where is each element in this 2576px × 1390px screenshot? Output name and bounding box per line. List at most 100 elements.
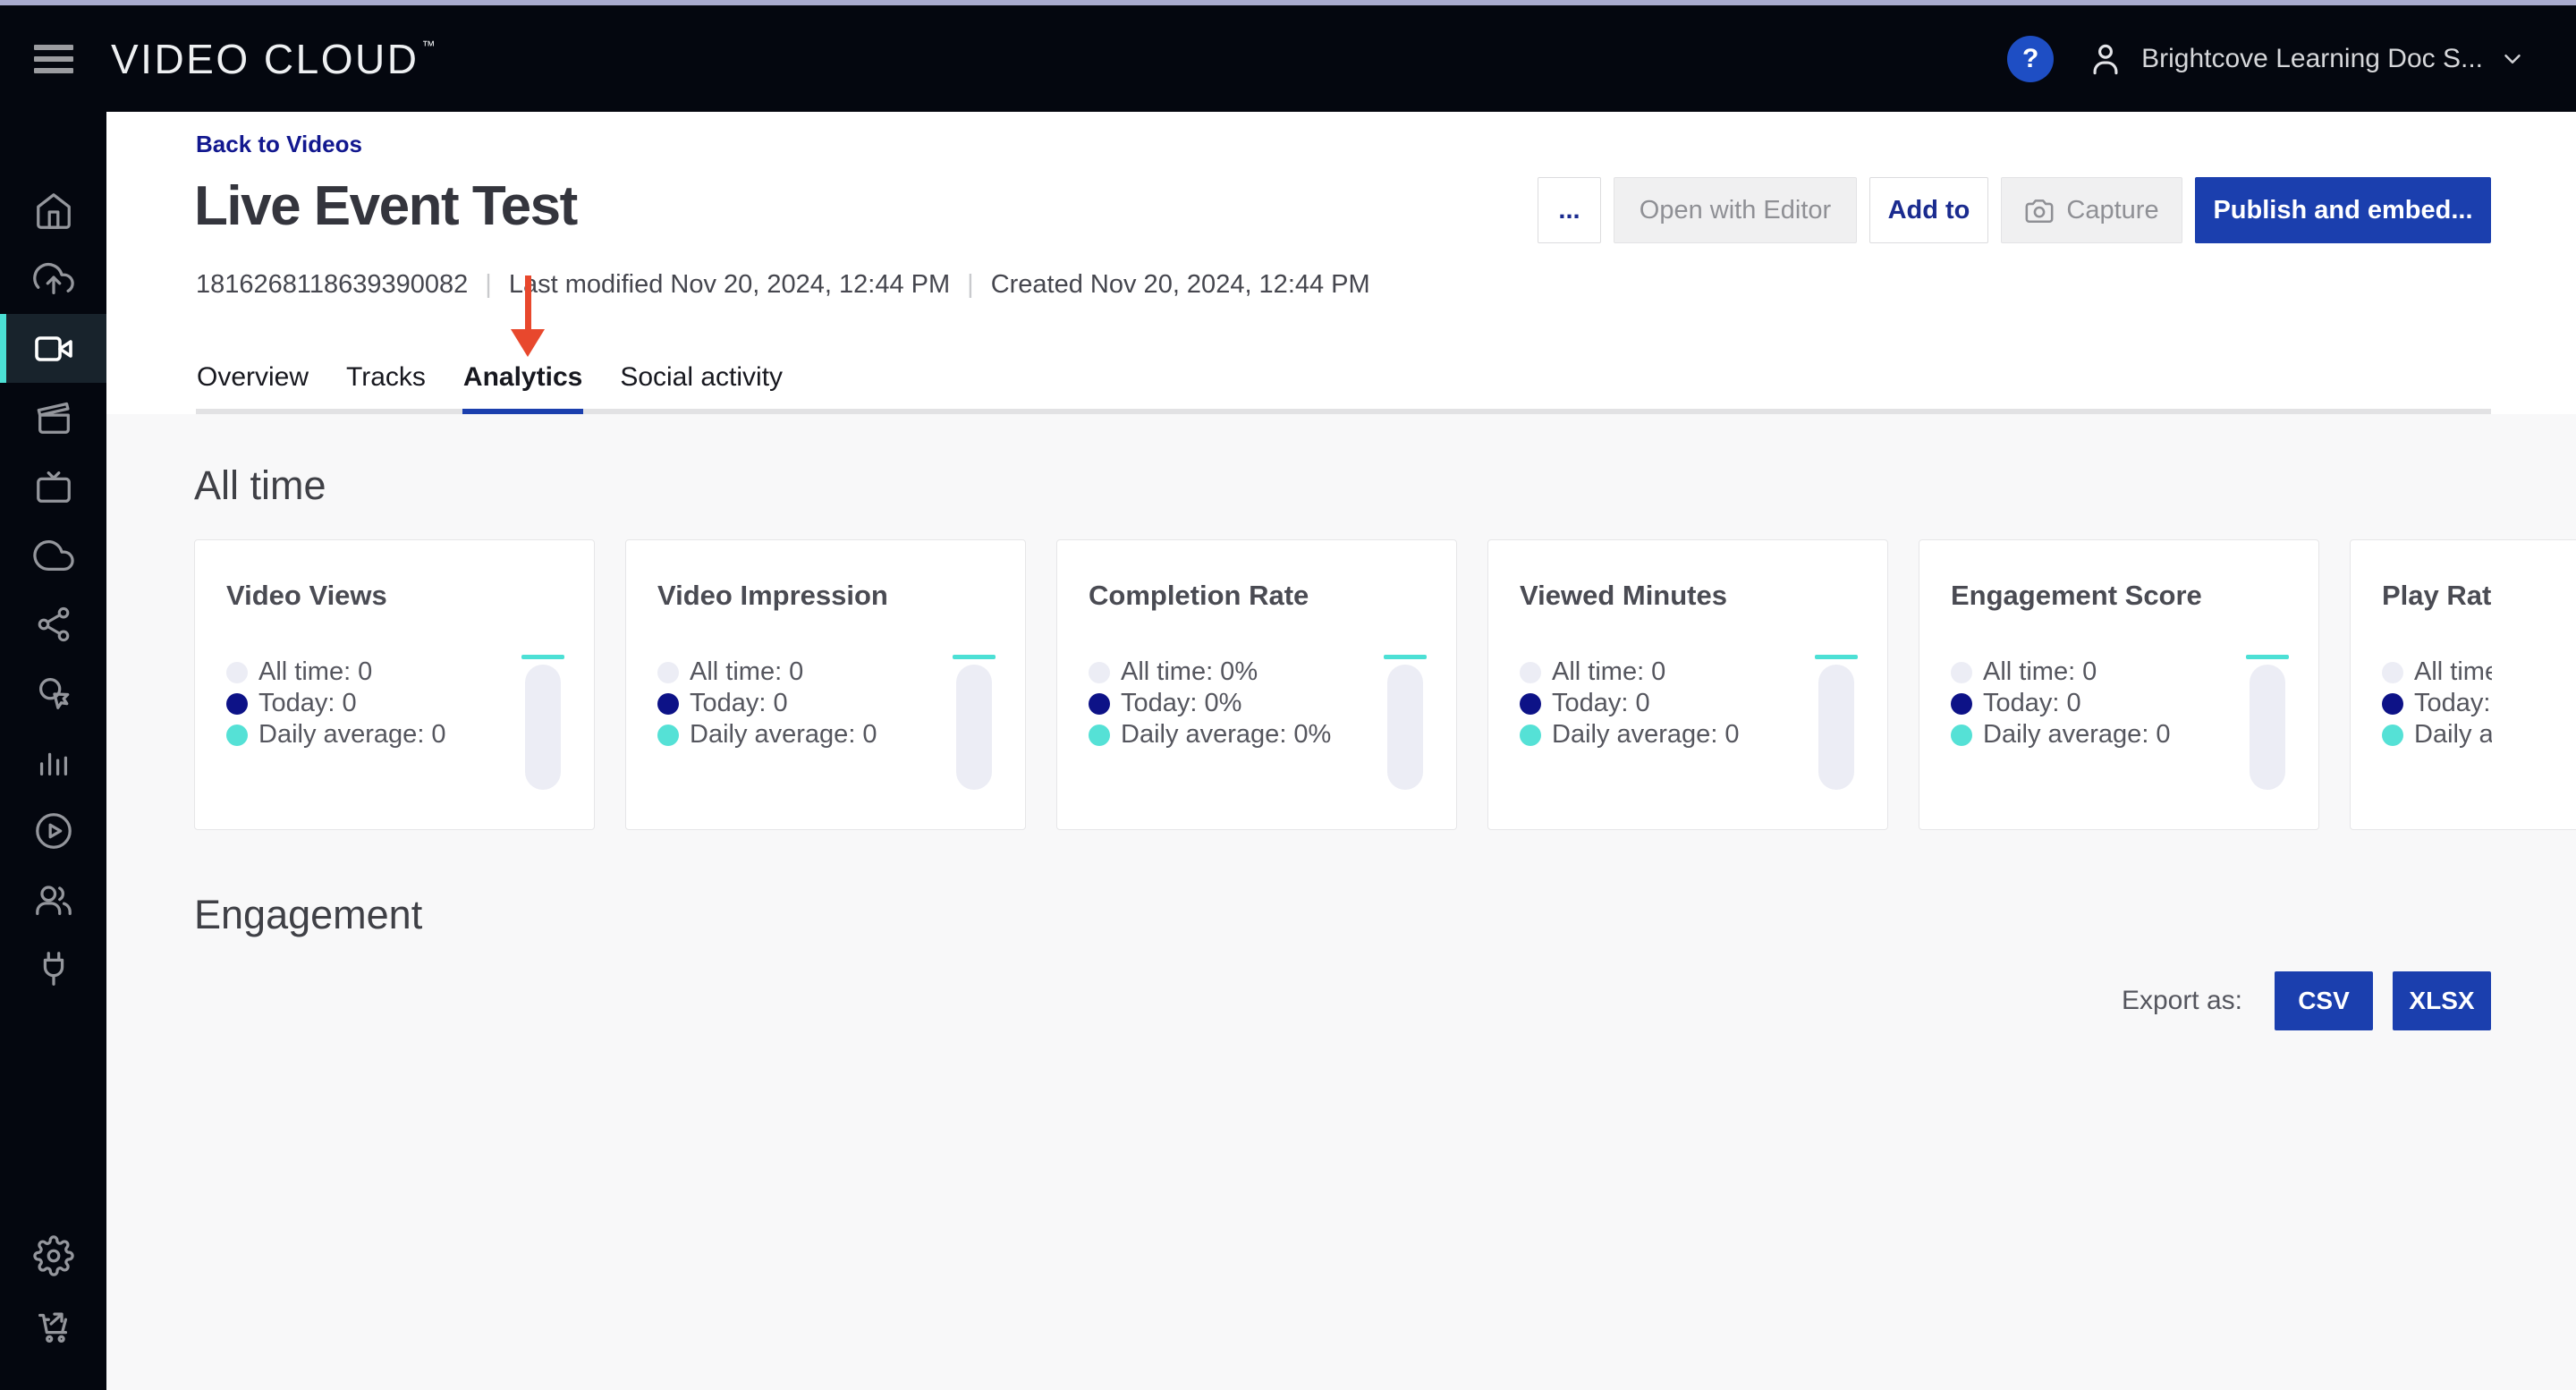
legend-label: Daily average: 0: [2414, 720, 2492, 750]
sidebar-item-players[interactable]: [0, 796, 106, 865]
metric-card-play-rate: Play Rate All time: 0 Today: 0 Daily ave…: [2350, 539, 2576, 830]
video-header: Back to Videos Live Event Test 181626811…: [106, 112, 2576, 414]
thermometer-bar: [2250, 665, 2285, 790]
all-time-dot: [1520, 662, 1541, 683]
sidebar-item-syndication[interactable]: [0, 589, 106, 658]
metric-card-title: Completion Rate: [1089, 580, 1309, 612]
legend-row: Daily average: 0: [226, 719, 446, 750]
camera-icon: [2024, 195, 2055, 225]
video-id: 1816268118639390082: [196, 270, 468, 300]
legend-row: Daily average: 0: [2382, 719, 2492, 750]
sidebar-bottom-group: [0, 1221, 106, 1359]
main-content: Back to Videos Live Event Test 181626811…: [106, 112, 2576, 1390]
legend-row: Today: 0: [657, 688, 877, 719]
daily-average-dot: [657, 725, 679, 746]
tab-overview[interactable]: Overview: [196, 362, 309, 414]
capture-button[interactable]: Capture: [2001, 177, 2182, 243]
daily-average-dot: [1520, 725, 1541, 746]
legend-row: All time: 0: [657, 657, 877, 688]
play-circle-icon: [33, 810, 74, 852]
sidebar-item-interactivity[interactable]: [0, 658, 106, 727]
metric-card-title: Video Views: [226, 580, 387, 612]
legend-label: Daily average: 0: [690, 720, 877, 750]
metric-card-engagement-score: Engagement Score All time: 0 Today: 0 Da…: [1919, 539, 2319, 830]
metric-card-title: Viewed Minutes: [1520, 580, 1727, 612]
metric-legend: All time: 0 Today: 0 Daily average: 0: [1520, 657, 1740, 750]
sidebar-item-marketplace[interactable]: [0, 1290, 106, 1359]
sidebar-nav: [0, 112, 106, 1390]
thermometer-chart: [2246, 655, 2289, 790]
meta-separator: |: [967, 270, 974, 300]
legend-row: All time: 0: [1951, 657, 2171, 688]
audience-icon: [33, 879, 74, 920]
legend-label: Daily average: 0%: [1121, 720, 1331, 750]
metric-legend: All time: 0% Today: 0% Daily average: 0%: [1089, 657, 1331, 750]
video-meta: 1816268118639390082 | Last modified Nov …: [196, 270, 1370, 300]
metric-cards-row: Video Views All time: 0 Today: 0 Daily a…: [194, 539, 2576, 830]
today-dot: [226, 693, 248, 715]
legend-label: Today: 0: [690, 689, 788, 718]
sidebar-item-cloud[interactable]: [0, 521, 106, 589]
logo-text: VIDEO CLOUD: [111, 35, 419, 83]
legend-label: Today: 0: [258, 689, 357, 718]
metric-card-viewed-minutes: Viewed Minutes All time: 0 Today: 0 Dail…: [1487, 539, 1888, 830]
legend-label: Today: 0: [1983, 689, 2081, 718]
home-icon: [33, 191, 74, 232]
legend-row: All time: 0: [226, 657, 446, 688]
thermometer-chart: [521, 655, 564, 790]
legend-row: All time: 0%: [1089, 657, 1331, 688]
more-actions-button[interactable]: ...: [1538, 177, 1601, 243]
thermometer-chart: [1815, 655, 1858, 790]
sidebar-item-audience[interactable]: [0, 865, 106, 934]
interactivity-icon: [33, 673, 74, 714]
legend-label: Daily average: 0: [258, 720, 446, 750]
export-xlsx-button[interactable]: XLSX: [2393, 971, 2491, 1030]
back-to-videos-link[interactable]: Back to Videos: [196, 131, 362, 158]
legend-label: All time: 0%: [1121, 657, 1258, 687]
legend-row: Daily average: 0: [1520, 719, 1740, 750]
legend-label: All time: 0: [690, 657, 803, 687]
thermometer-bar: [525, 665, 561, 790]
legend-label: Today: 0%: [1121, 689, 1241, 718]
metric-card-completion-rate: Completion Rate All time: 0% Today: 0% D…: [1056, 539, 1457, 830]
legend-row: All time: 0: [1520, 657, 1740, 688]
legend-label: Daily average: 0: [1552, 720, 1740, 750]
hamburger-menu-button[interactable]: [34, 45, 73, 73]
sidebar-item-integrations[interactable]: [0, 934, 106, 1003]
sidebar-item-analytics[interactable]: [0, 727, 106, 796]
account-menu[interactable]: Brightcove Learning Doc S...: [2086, 39, 2526, 79]
sidebar-item-upload[interactable]: [0, 245, 106, 314]
sidebar-item-home[interactable]: [0, 176, 106, 245]
today-dot: [2382, 693, 2403, 715]
legend-label: Today: 0: [2414, 689, 2492, 718]
tab-analytics[interactable]: Analytics: [462, 362, 583, 414]
daily-average-dot: [1089, 725, 1110, 746]
app-header: VIDEO CLOUD ™ ? Brightcove Learning Doc …: [0, 5, 2576, 112]
today-dot: [1951, 693, 1972, 715]
sidebar-item-media[interactable]: [0, 383, 106, 452]
plug-icon: [33, 948, 74, 989]
all-time-dot: [1089, 662, 1110, 683]
sidebar-item-live[interactable]: [0, 452, 106, 521]
tab-social-activity[interactable]: Social activity: [619, 362, 784, 414]
upload-icon: [33, 259, 74, 301]
legend-row: Daily average: 0%: [1089, 719, 1331, 750]
export-csv-button[interactable]: CSV: [2275, 971, 2373, 1030]
last-modified: Last modified Nov 20, 2024, 12:44 PM: [509, 270, 950, 300]
header-right: ? Brightcove Learning Doc S...: [2007, 36, 2526, 82]
publish-and-embed-button[interactable]: Publish and embed...: [2195, 177, 2491, 243]
tabs-bar: Overview Tracks Analytics Social activit…: [196, 357, 2491, 414]
legend-row: Today: 0: [226, 688, 446, 719]
add-to-button[interactable]: Add to: [1869, 177, 1988, 243]
metric-card-title: Play Rate: [2382, 580, 2492, 612]
page-title: Live Event Test: [194, 174, 577, 239]
sidebar-item-videos[interactable]: [0, 314, 106, 383]
legend-row: Today: 0: [2382, 688, 2492, 719]
help-button[interactable]: ?: [2007, 36, 2054, 82]
sidebar-item-settings[interactable]: [0, 1221, 106, 1290]
today-dot: [1089, 693, 1110, 715]
open-with-editor-button[interactable]: Open with Editor: [1614, 177, 1857, 243]
export-as-label: Export as:: [2122, 986, 2242, 1016]
tab-tracks[interactable]: Tracks: [345, 362, 427, 414]
thermometer-max-line: [1815, 655, 1858, 659]
